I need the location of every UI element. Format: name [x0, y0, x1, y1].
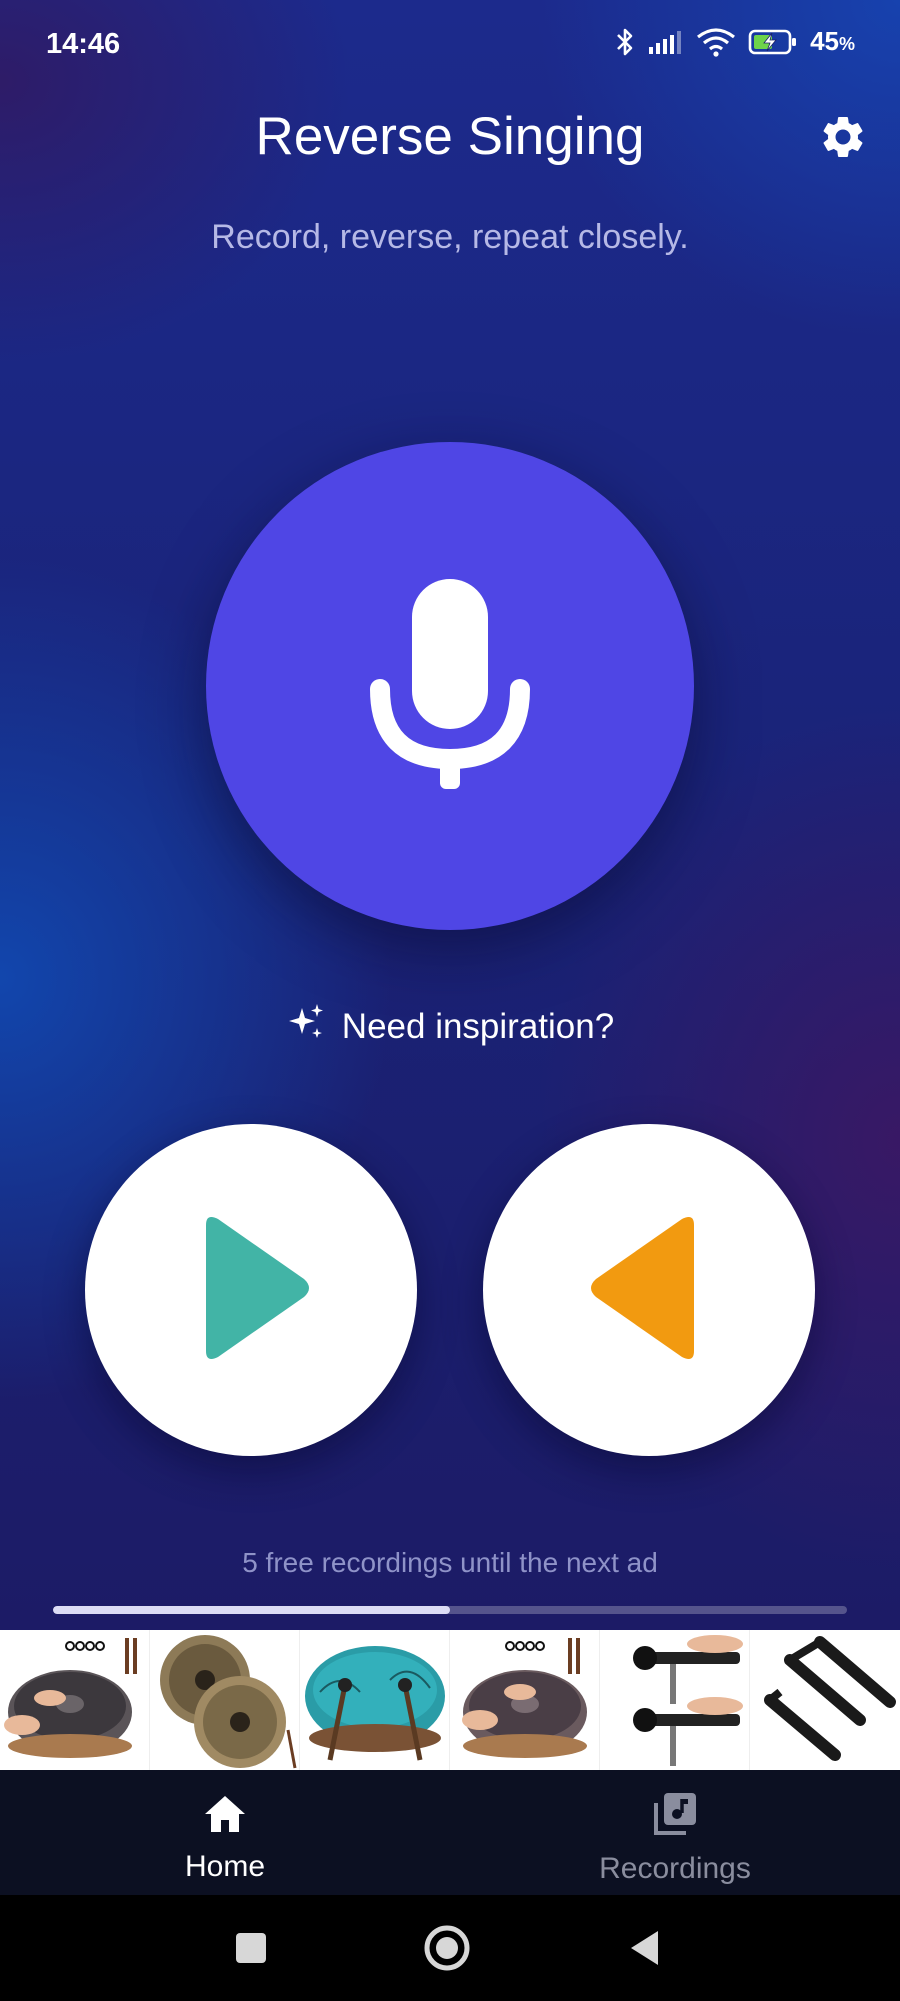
bluetooth-icon: [614, 27, 636, 57]
status-bar: 14:46 45%: [0, 0, 900, 90]
nav-item-recordings[interactable]: Recordings: [525, 1770, 825, 1895]
wifi-icon: [696, 27, 736, 57]
home-circle-icon[interactable]: [422, 1923, 472, 1973]
battery-percentage: 45%: [810, 26, 855, 56]
ad-progress-fill: [53, 1606, 450, 1614]
ad-progress-bar: [53, 1606, 847, 1614]
app-title: Reverse Singing: [255, 107, 645, 166]
settings-button[interactable]: [816, 112, 870, 166]
recents-icon[interactable]: [226, 1923, 276, 1973]
bottom-navigation: Home Recordings: [0, 1770, 900, 1895]
ad-item-teal-tongue-drum[interactable]: [300, 1630, 450, 1770]
ad-item-handpan-drum[interactable]: [0, 1630, 150, 1770]
battery-charging-icon: [748, 28, 798, 56]
signal-icon: [648, 29, 684, 55]
play-icon[interactable]: [186, 1213, 316, 1368]
ad-item-steel-tongue-drums[interactable]: [150, 1630, 300, 1770]
system-navigation-bar: [0, 1895, 900, 2001]
ad-item-resistance-handles[interactable]: [750, 1630, 900, 1770]
nav-label-home[interactable]: Home: [185, 1850, 265, 1884]
subtitle: Record, reverse, repeat closely.: [211, 218, 689, 256]
status-time: 14:46: [46, 28, 121, 60]
nav-label-recordings[interactable]: Recordings: [599, 1852, 751, 1886]
ad-item-workout-bench[interactable]: [600, 1630, 750, 1770]
microphone-icon[interactable]: [370, 578, 530, 794]
library-music-icon[interactable]: [652, 1790, 698, 1838]
ad-banner[interactable]: [0, 1630, 900, 1770]
ad-item-handpan-drum-2[interactable]: [450, 1630, 600, 1770]
sparkles-icon: [286, 1002, 326, 1051]
home-icon[interactable]: [203, 1790, 247, 1838]
inspiration-label: Need inspiration?: [341, 1006, 615, 1046]
gear-icon[interactable]: [818, 112, 868, 167]
record-button[interactable]: [206, 442, 694, 930]
free-recordings-text: 5 free recordings until the next ad: [242, 1547, 658, 1578]
nav-item-home[interactable]: Home: [75, 1770, 375, 1895]
reverse-play-button[interactable]: [483, 1124, 815, 1456]
reverse-play-icon[interactable]: [584, 1213, 714, 1368]
back-icon[interactable]: [620, 1923, 670, 1973]
status-icons: 45%: [614, 26, 855, 57]
play-button[interactable]: [85, 1124, 417, 1456]
inspiration-button[interactable]: Need inspiration?: [0, 1002, 900, 1051]
